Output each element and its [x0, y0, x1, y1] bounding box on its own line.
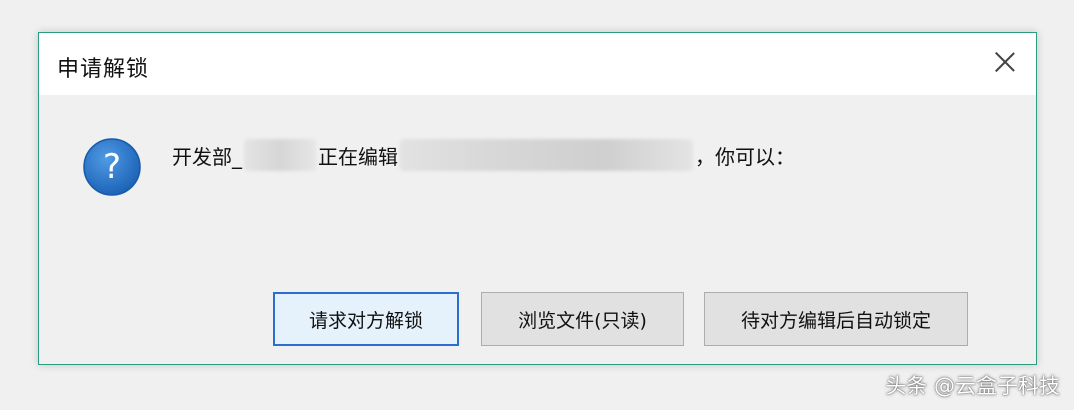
- dialog-titlebar: 申请解锁: [39, 33, 1036, 95]
- message-prefix: 开发部_: [172, 144, 242, 169]
- svg-text:?: ?: [103, 147, 121, 187]
- unlock-request-dialog: 申请解锁 ? 开发部_ 正在编辑 ，你可以： 请求对方解锁 浏览文件(只读) 待…: [38, 32, 1037, 365]
- redacted-username: [244, 139, 316, 171]
- redacted-filename: [400, 139, 693, 171]
- wait-auto-lock-button[interactable]: 待对方编辑后自动锁定: [704, 292, 968, 346]
- request-unlock-button[interactable]: 请求对方解锁: [273, 292, 459, 346]
- message-suffix: ，你可以：: [695, 144, 795, 169]
- watermark: 头条 @云盒子科技: [885, 374, 1060, 398]
- dialog-message: 开发部_ 正在编辑 ，你可以：: [172, 139, 795, 171]
- dialog-title: 申请解锁: [57, 57, 150, 82]
- browse-readonly-button[interactable]: 浏览文件(只读): [481, 292, 684, 346]
- close-icon[interactable]: [994, 51, 1016, 73]
- question-icon: ?: [83, 138, 141, 196]
- message-middle: 正在编辑: [318, 144, 398, 169]
